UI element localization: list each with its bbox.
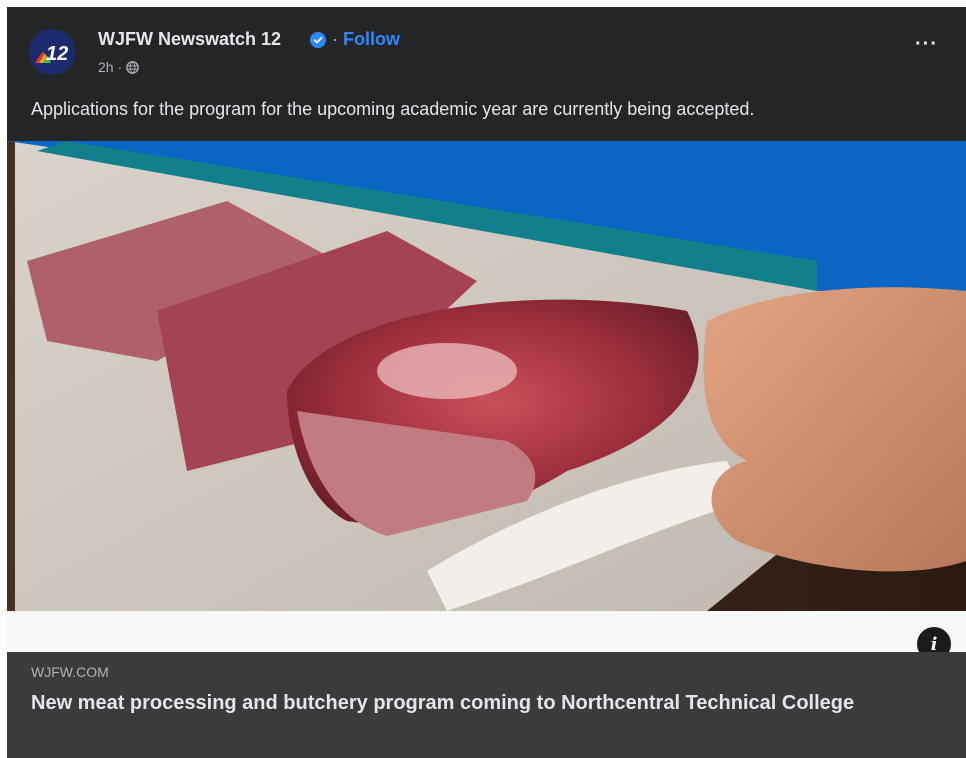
post-caption: Applications for the program for the upc… <box>31 99 755 119</box>
avatar-text: 12 <box>46 43 68 65</box>
station-logo-icon: 12 <box>29 29 75 75</box>
separator-dot: · <box>332 29 338 49</box>
post-card: 12 WJFW Newswatch 12 · Follow 2h · ··· A… <box>7 7 966 758</box>
verified-badge-icon <box>310 32 326 48</box>
avatar[interactable]: 12 <box>29 29 75 75</box>
follow-button[interactable]: Follow <box>343 29 400 50</box>
post-image[interactable] <box>7 141 966 652</box>
link-preview[interactable]: WJFW.COM New meat processing and butcher… <box>7 652 966 758</box>
link-domain: WJFW.COM <box>31 664 109 680</box>
meat-photo <box>7 141 966 652</box>
post-timestamp[interactable]: 2h <box>98 59 114 75</box>
post-header: 12 WJFW Newswatch 12 · Follow 2h · ··· <box>7 7 966 93</box>
more-options-icon[interactable]: ··· <box>915 34 938 54</box>
post-meta: 2h · <box>98 59 140 75</box>
link-title[interactable]: New meat processing and butchery program… <box>31 690 931 717</box>
page-name-link[interactable]: WJFW Newswatch 12 <box>98 29 281 50</box>
globe-icon <box>126 60 140 74</box>
meta-separator: · <box>117 59 123 75</box>
